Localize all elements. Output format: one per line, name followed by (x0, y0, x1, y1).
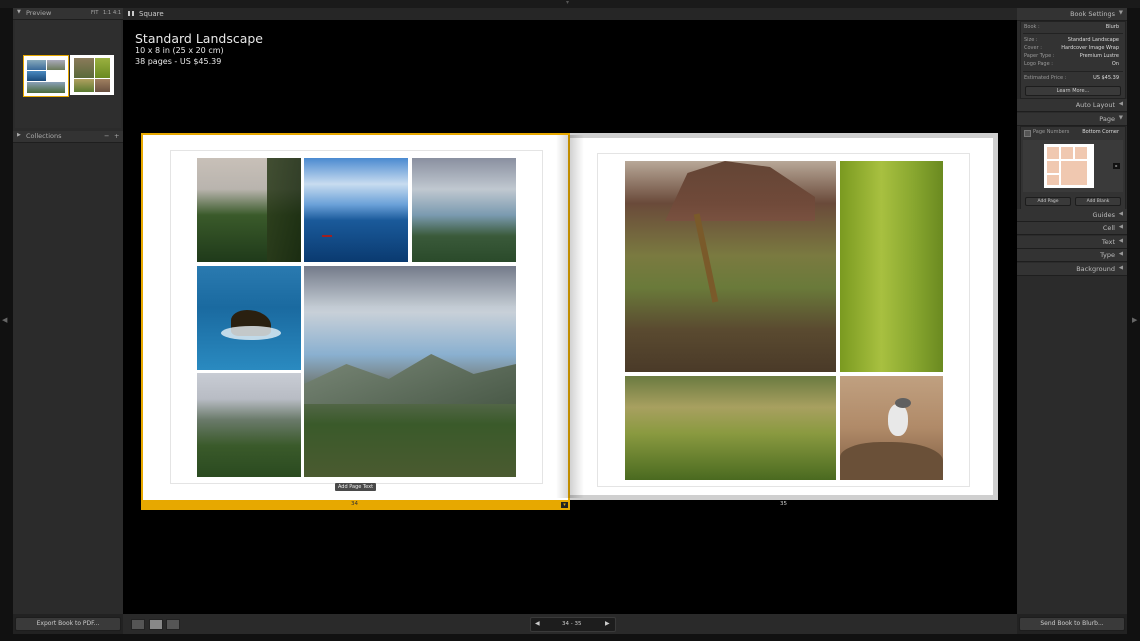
logo-select[interactable]: On (1112, 61, 1119, 67)
template-picker-icon[interactable]: ▸ (1113, 163, 1120, 169)
logo-label: Logo Page : (1024, 61, 1053, 67)
photo-cell-green-hills[interactable] (197, 373, 301, 477)
auto-layout-header[interactable]: Auto Layout ◀ (1017, 99, 1127, 112)
page-title: Page (1099, 115, 1115, 123)
photo-cell-mountain-valley[interactable] (304, 266, 516, 477)
expand-icon: ◀ (1118, 238, 1123, 244)
book-settings-header[interactable]: Book Settings ▼ (1017, 8, 1127, 21)
learn-more-button[interactable]: Learn More... (1025, 86, 1121, 96)
left-panel: ▼ Preview FIT 1:1 4:1 ▶ Collections − + (13, 8, 123, 614)
page-numbers-label: Page Numbers (1033, 129, 1070, 135)
top-panel-strip (0, 0, 1140, 8)
book-size: 10 x 8 in (25 x 20 cm) (135, 46, 224, 55)
send-to-blurb-button[interactable]: Send Book to Blurb... (1019, 617, 1125, 631)
price-value: US $45.39 (1093, 75, 1119, 81)
price-label: Estimated Price : (1024, 75, 1067, 81)
page-panel: Page Numbers Bottom Corner ▸ Add Page Ad… (1020, 126, 1126, 210)
book-settings-title: Book Settings (1070, 10, 1115, 18)
collections-panel-header[interactable]: ▶ Collections − + (13, 131, 123, 143)
photo-cell-forest[interactable] (197, 158, 301, 262)
right-panel-toggle-icon[interactable]: ▶ (1132, 316, 1137, 324)
spread-view-icon[interactable] (128, 11, 134, 16)
page-options-icon[interactable]: ▾ (561, 502, 568, 508)
cell-header[interactable]: Cell ◀ (1017, 222, 1127, 235)
type-title: Type (1100, 251, 1115, 259)
page-numbers-checkbox[interactable] (1024, 130, 1031, 137)
top-panel-toggle-icon[interactable]: ▾ (566, 0, 569, 6)
page-template-thumbnail[interactable] (1044, 144, 1094, 188)
view-header: Square (123, 8, 1017, 20)
book-pages-price: 38 pages - US $45.39 (135, 57, 222, 66)
book-settings-panel: Book : Blurb Size : Standard Landscape C… (1020, 21, 1126, 99)
background-header[interactable]: Background ◀ (1017, 263, 1127, 276)
add-blank-button[interactable]: Add Blank (1075, 197, 1121, 206)
prev-page-icon[interactable]: ◀ (535, 620, 540, 627)
photo-cell-flowers[interactable] (625, 376, 836, 480)
collapse-icon: ▼ (1118, 115, 1123, 121)
book-title: Standard Landscape (135, 31, 263, 46)
page-numbers-select[interactable]: Bottom Corner (1082, 129, 1119, 135)
preview-panel-header[interactable]: ▼ Preview FIT 1:1 4:1 (13, 8, 123, 20)
export-pdf-button[interactable]: Export Book to PDF... (15, 617, 121, 631)
guides-header[interactable]: Guides ◀ (1017, 209, 1127, 222)
photo-cell-ocean-sky[interactable] (304, 158, 408, 262)
book-select[interactable]: Blurb (1106, 24, 1119, 30)
right-panel-footer: Send Book to Blurb... (1017, 614, 1127, 634)
type-header[interactable]: Type ◀ (1017, 249, 1127, 262)
photo-cell-sea-rock[interactable] (197, 266, 301, 370)
expand-icon: ◀ (1118, 251, 1123, 257)
expand-icon: ◀ (1118, 224, 1123, 230)
paper-label: Paper Type : (1024, 53, 1055, 59)
preview-thumbnail-right[interactable] (70, 55, 114, 95)
expand-icon: ▶ (17, 132, 21, 138)
book-label: Book : (1024, 24, 1040, 30)
text-title: Text (1101, 238, 1115, 246)
next-page-icon[interactable]: ▶ (605, 620, 610, 627)
photo-cell-green-stems[interactable] (840, 161, 943, 372)
background-title: Background (1076, 265, 1115, 273)
multi-page-view-icon[interactable] (131, 619, 145, 630)
zoom-4-1-option[interactable]: 4:1 (113, 10, 121, 16)
page-range: 34 - 35 (562, 621, 582, 627)
collapse-icon: ▼ (1118, 10, 1123, 16)
single-page-view-icon[interactable] (166, 619, 180, 630)
size-label: Size : (1024, 37, 1038, 43)
guides-title: Guides (1092, 211, 1115, 219)
page-35[interactable] (570, 133, 998, 500)
preview-thumbnail-left[interactable] (23, 55, 69, 97)
view-name: Square (139, 10, 164, 18)
spread-view-button-icon[interactable] (149, 619, 163, 630)
paper-select[interactable]: Premium Lustre (1080, 53, 1119, 59)
cell-title: Cell (1102, 224, 1115, 232)
text-header[interactable]: Text ◀ (1017, 236, 1127, 249)
collections-title: Collections (26, 132, 62, 140)
page-number-right: 35 (780, 501, 787, 507)
left-panel-footer: Export Book to PDF... (13, 614, 123, 634)
size-select[interactable]: Standard Landscape (1068, 37, 1119, 43)
add-page-button[interactable]: Add Page (1025, 197, 1071, 206)
expand-icon: ◀ (1118, 211, 1123, 217)
preview-title: Preview (26, 9, 52, 17)
page-number-left: 34 (351, 501, 358, 507)
collections-remove-button[interactable]: − (104, 132, 109, 140)
expand-icon: ◀ (1118, 265, 1123, 271)
zoom-fit-option[interactable]: FIT (91, 10, 98, 16)
auto-layout-title: Auto Layout (1075, 101, 1115, 109)
page-navigator: ◀ 34 - 35 ▶ (530, 617, 616, 632)
add-page-text-button[interactable]: Add Page Text (335, 483, 376, 491)
cover-label: Cover : (1024, 45, 1042, 51)
page-header[interactable]: Page ▼ (1017, 113, 1127, 126)
preview-navigator[interactable] (15, 20, 121, 128)
cover-select[interactable]: Hardcover Image Wrap (1061, 45, 1119, 51)
collections-add-button[interactable]: + (114, 132, 119, 140)
collapse-icon: ▼ (17, 9, 21, 15)
book-gutter (556, 135, 584, 498)
photo-cell-dry-tree[interactable] (625, 161, 836, 372)
page-34[interactable] (141, 133, 570, 500)
left-panel-toggle-icon[interactable]: ◀ (2, 316, 7, 324)
photo-cell-bird[interactable] (840, 376, 943, 480)
expand-icon: ◀ (1118, 101, 1123, 107)
zoom-1-1-option[interactable]: 1:1 (103, 10, 111, 16)
photo-cell-coast[interactable] (412, 158, 516, 262)
